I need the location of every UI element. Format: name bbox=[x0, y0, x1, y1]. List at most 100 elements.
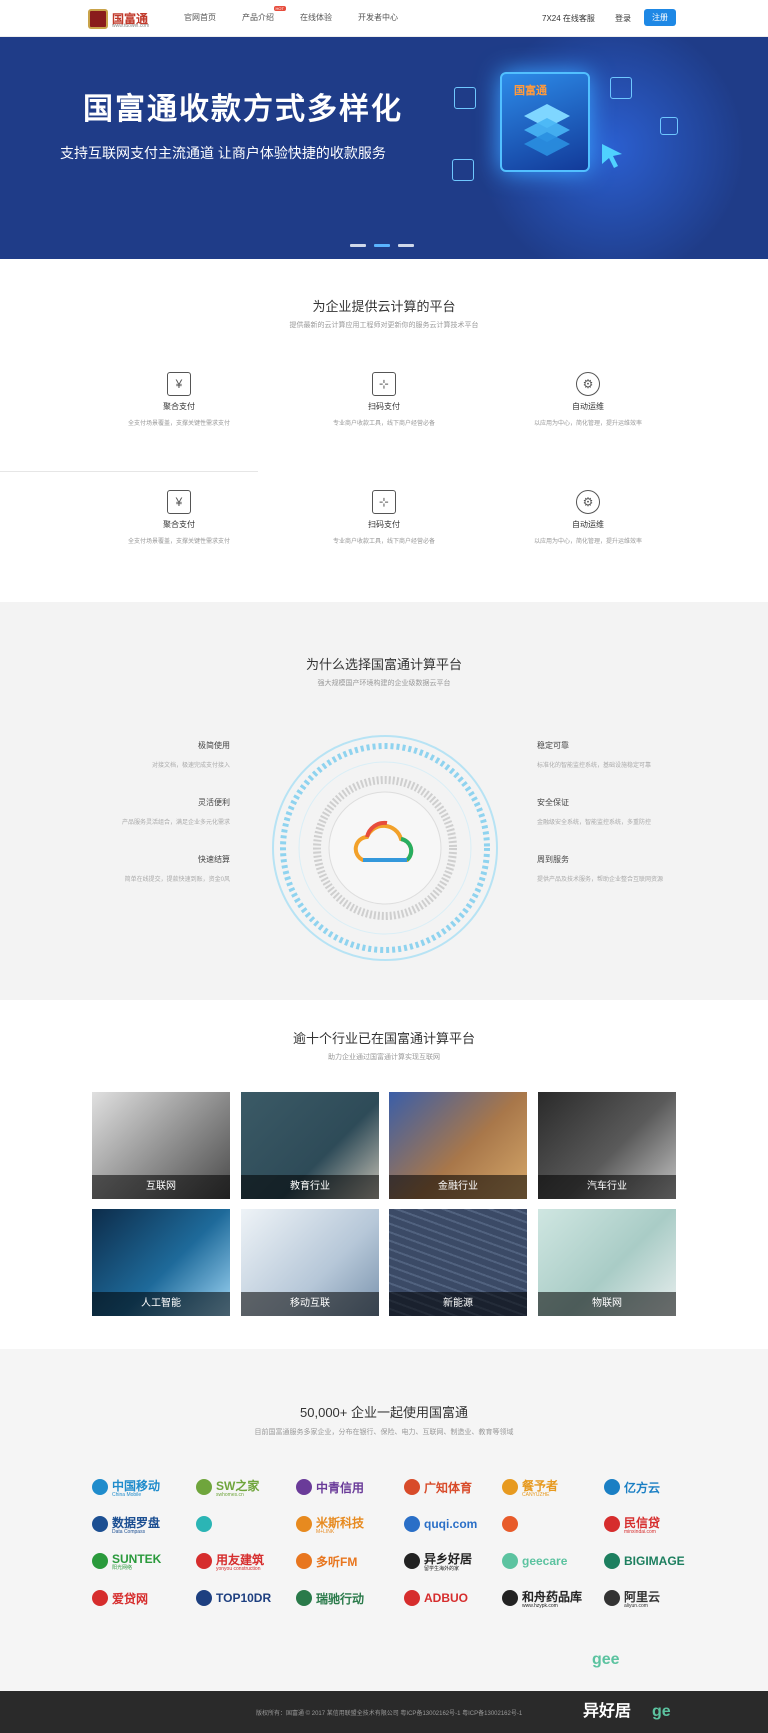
partner-subname: Data Compass bbox=[112, 1528, 146, 1535]
industry-tile-finance[interactable]: 金融行业 bbox=[389, 1092, 527, 1199]
feature-card[interactable]: ¥ 聚合支付 全支付场景覆盖，支撑关键性需求支付 bbox=[99, 372, 259, 427]
partner-subname: M+LINK bbox=[316, 1528, 335, 1535]
industry-tile-mobile[interactable]: 移动互联 bbox=[241, 1209, 379, 1316]
partner-logo-mark-icon bbox=[502, 1553, 518, 1569]
partner-logo: 阿里云 aliyun.com bbox=[604, 1586, 714, 1610]
partner-logo: 广知体育 bbox=[404, 1475, 514, 1499]
partner-name: 餐予者 CANYUZHE bbox=[522, 1478, 559, 1498]
feature-desc: 全支付场景覆盖，支撑关键性需求支付 bbox=[127, 539, 230, 545]
cube-illustration: 国富通 bbox=[500, 72, 622, 182]
feature-card[interactable]: ⊹ 扫码支付 专业商户收款工具，线下商户经营必备 bbox=[304, 372, 464, 427]
partner-name: 和舟药品库 www.hzypk.com bbox=[522, 1589, 583, 1609]
register-button[interactable]: 注册 bbox=[644, 9, 676, 26]
partner-subname: www.hzypk.com bbox=[522, 1602, 558, 1609]
partner-name: geecare bbox=[522, 1554, 568, 1568]
partner-logo: SW之家 swhomes.cn bbox=[196, 1475, 306, 1499]
partner-name: quqi.com bbox=[424, 1517, 478, 1531]
partner-logo-mark-icon bbox=[196, 1590, 212, 1606]
nav-demo[interactable]: 在线体验 bbox=[300, 12, 332, 23]
partner-name: 中国移动 China Mobile bbox=[112, 1478, 161, 1498]
footer-copyright: 版权所有：国富通 © 2017 某信用联盟全技术有限公司 粤ICP备130021… bbox=[256, 1711, 523, 1717]
yen-chat-icon: ¥ bbox=[167, 490, 191, 514]
partner-logo: 中国移动 China Mobile bbox=[92, 1475, 202, 1499]
feature-title: 聚合支付 bbox=[163, 402, 195, 411]
image-tile-icon bbox=[452, 159, 474, 181]
partner-name: 亿方云 bbox=[624, 1480, 661, 1495]
partner-logo-mark-icon bbox=[404, 1590, 420, 1606]
section-divider bbox=[0, 471, 258, 472]
industry-tile-auto[interactable]: 汽车行业 bbox=[538, 1092, 676, 1199]
site-logo[interactable]: 国富通 www.tuowei.com bbox=[88, 8, 150, 30]
partner-logo-mark-icon bbox=[92, 1479, 108, 1495]
industry-label: 教育行业 bbox=[241, 1175, 379, 1199]
partner-logo-mark-icon bbox=[92, 1516, 108, 1532]
partner-logo-mark-icon bbox=[196, 1553, 212, 1569]
reason-title: 灵活便利 bbox=[198, 798, 230, 807]
reason-item: 安全保证 金融级安全系统，智能监控系统，多重防控 bbox=[537, 797, 768, 826]
hot-badge: HOT bbox=[273, 6, 286, 11]
industry-tile-education[interactable]: 教育行业 bbox=[241, 1092, 379, 1199]
site-footer: 版权所有：国富通 © 2017 某信用联盟全技术有限公司 粤ICP备130021… bbox=[0, 1691, 768, 1733]
industry-tile-internet[interactable]: 互联网 bbox=[92, 1092, 230, 1199]
partner-logo: quqi.com bbox=[404, 1512, 514, 1536]
reason-desc: 标准化的智能监控系统，基础设施稳定可靠 bbox=[537, 763, 652, 769]
carousel-dot-2[interactable] bbox=[374, 244, 390, 247]
feature-card[interactable]: ¥ 聚合支付 全支付场景覆盖，支撑关键性需求支付 bbox=[99, 490, 259, 545]
partner-name: 米斯科技 M+LINK bbox=[316, 1515, 365, 1535]
nav-products-label: 产品介绍 bbox=[242, 13, 274, 22]
partners-title: 50,000+ 企业一起使用国富通 bbox=[300, 1405, 468, 1420]
partner-name: 异乡好居 留学生海外的家 bbox=[424, 1552, 473, 1572]
partner-name: 瑞驰行动 bbox=[316, 1591, 365, 1606]
reason-desc: 简单在线提交，提款快速到账，资金0风 bbox=[124, 877, 230, 883]
reason-title: 快速结算 bbox=[198, 855, 230, 864]
feature-desc: 以应用为中心，简化管理，提升运维效率 bbox=[533, 539, 642, 545]
partner-logo: SUNTEK 阳光网络 bbox=[92, 1549, 202, 1573]
reason-desc: 产品服务灵活组合，满足企业多元化需求 bbox=[121, 820, 230, 826]
partner-logo: 民信贷 minxindai.com bbox=[604, 1512, 714, 1536]
logo-mark-icon bbox=[88, 9, 108, 29]
partner-logo-mark-icon bbox=[604, 1590, 620, 1606]
feature-title: 扫码支付 bbox=[368, 520, 400, 529]
partner-logo-mark-icon bbox=[604, 1516, 620, 1532]
partner-logo: 爱贷网 bbox=[92, 1586, 202, 1610]
carousel-dot-1[interactable] bbox=[350, 244, 366, 247]
partner-logo-mark-icon bbox=[196, 1516, 212, 1532]
industry-label: 移动互联 bbox=[241, 1292, 379, 1316]
hotline-link[interactable]: 7X24 在线客服 bbox=[542, 13, 595, 24]
partner-subname: minxindai.com bbox=[624, 1528, 656, 1535]
feature-desc: 以应用为中心，简化管理，提升运维效率 bbox=[533, 421, 642, 427]
reason-desc: 提供产品及技术服务，帮助企业整合互联网资源 bbox=[537, 877, 664, 883]
feature-card[interactable]: ⚙ 自动运维 以应用为中心，简化管理，提升运维效率 bbox=[508, 490, 668, 545]
partner-subname: CANYUZHE bbox=[522, 1491, 550, 1498]
partner-logo: geecare bbox=[502, 1549, 612, 1573]
industry-label: 人工智能 bbox=[92, 1292, 230, 1316]
nav-products[interactable]: 产品介绍 HOT bbox=[242, 6, 286, 23]
partner-name: 数据罗盘 Data Compass bbox=[112, 1515, 161, 1535]
layers-icon bbox=[524, 104, 570, 156]
industry-label: 互联网 bbox=[92, 1175, 230, 1199]
industry-tile-energy[interactable]: 新能源 bbox=[389, 1209, 527, 1316]
industry-tile-iot[interactable]: 物联网 bbox=[538, 1209, 676, 1316]
reason-title: 极简使用 bbox=[198, 741, 230, 750]
carousel-dot-3[interactable] bbox=[398, 244, 414, 247]
reason-item: 稳定可靠 标准化的智能监控系统，基础设施稳定可靠 bbox=[537, 740, 768, 769]
industry-tile-ai[interactable]: 人工智能 bbox=[92, 1209, 230, 1316]
logo-subtext: www.tuowei.com bbox=[112, 23, 150, 29]
top-header: 国富通 www.tuowei.com 官网首页 产品介绍 HOT 在线体验 开发… bbox=[0, 0, 768, 37]
floating-geecare-fragment: gee bbox=[592, 1651, 620, 1668]
partner-logo: 异乡好居 留学生海外的家 bbox=[404, 1549, 514, 1573]
floating-logo-fragment: ge bbox=[652, 1703, 671, 1720]
login-link[interactable]: 登录 bbox=[615, 13, 631, 24]
industry-label: 新能源 bbox=[389, 1292, 527, 1316]
partner-logo: ADBUO bbox=[404, 1586, 514, 1610]
cloud-ring-graphic bbox=[272, 735, 498, 961]
gear-icon: ⚙ bbox=[576, 490, 600, 514]
nav-developer[interactable]: 开发者中心 bbox=[358, 12, 398, 23]
nav-home[interactable]: 官网首页 bbox=[184, 12, 216, 23]
industry-label: 物联网 bbox=[538, 1292, 676, 1316]
banner-subtitle: 支持互联网支付主流通道 让商户体验快捷的收款服务 bbox=[60, 145, 386, 161]
feature-card[interactable]: ⊹ 扫码支付 专业商户收款工具，线下商户经营必备 bbox=[304, 490, 464, 545]
partner-name: 民信贷 minxindai.com bbox=[624, 1515, 661, 1535]
feature-card[interactable]: ⚙ 自动运维 以应用为中心，简化管理，提升运维效率 bbox=[508, 372, 668, 427]
partner-logo-mark-icon bbox=[296, 1553, 312, 1569]
